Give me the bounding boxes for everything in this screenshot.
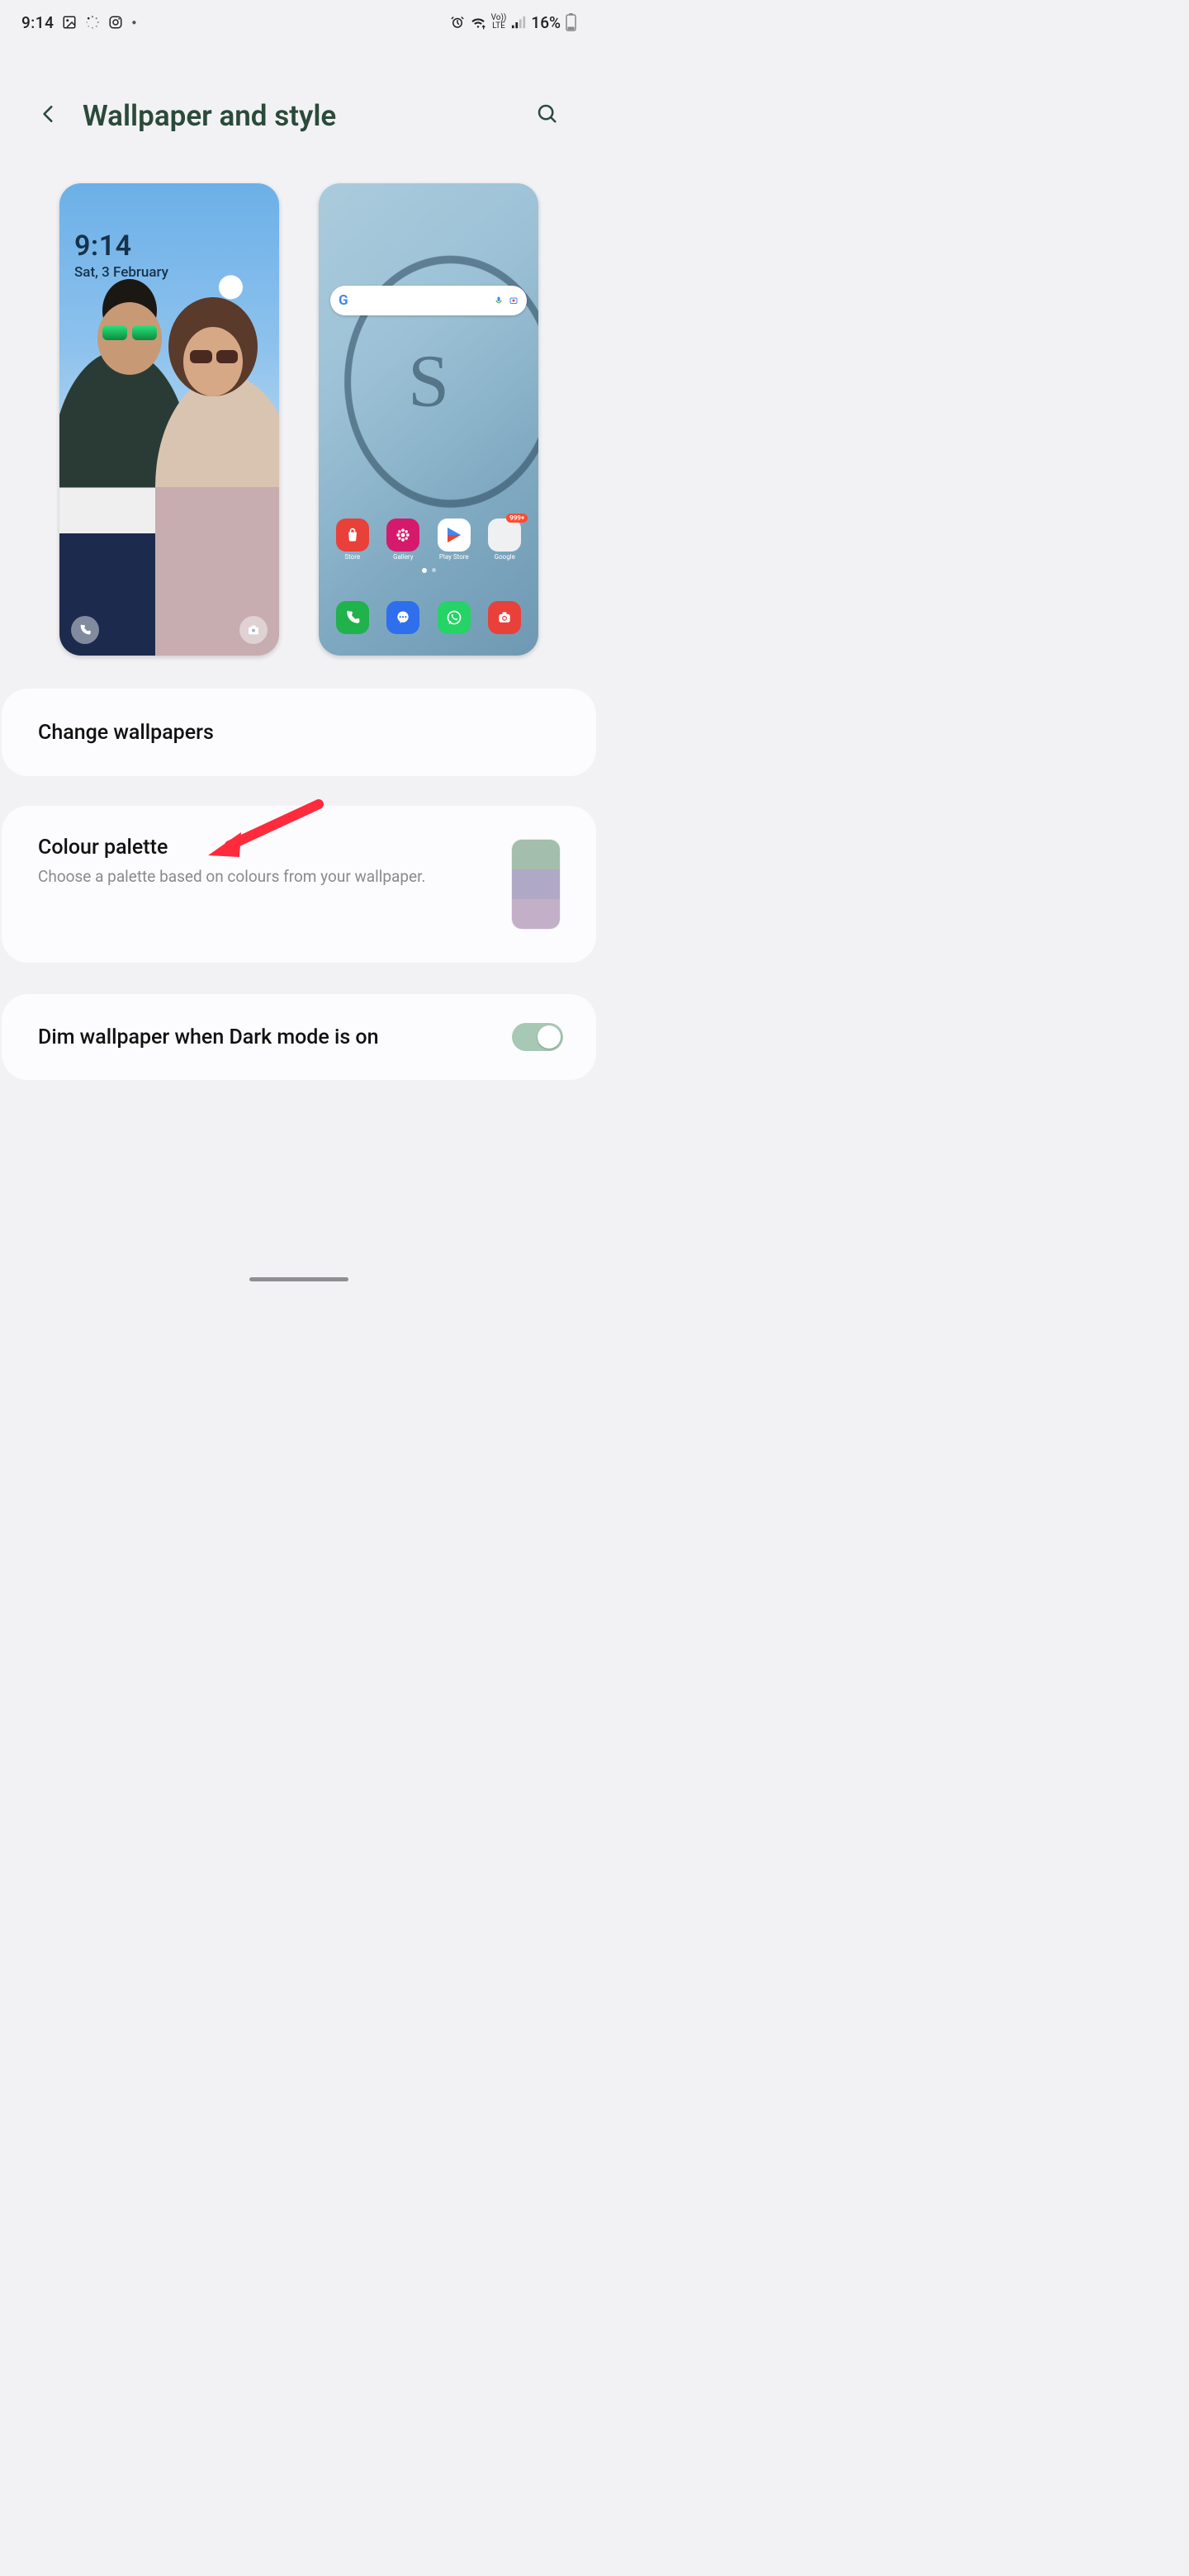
app-play-store: Play Store [438,519,471,552]
app-google-folder: 999+ Google [488,519,521,552]
image-notif-icon [62,15,77,30]
colour-palette-item[interactable]: Colour palette Choose a palette based on… [2,806,596,963]
nav-handle[interactable] [249,1277,348,1281]
change-wallpapers-label: Change wallpapers [38,721,214,745]
change-wallpapers-item[interactable]: Change wallpapers [2,689,596,776]
google-search-widget: G [330,286,527,315]
alarm-icon [450,15,465,30]
page-header: Wallpaper and style [0,83,598,149]
lock-screen-preview[interactable]: 9:14 Sat, 3 February [59,183,279,656]
lockscreen-camera-shortcut [239,616,268,644]
app-gallery: Gallery [386,519,419,552]
page-indicator [319,568,538,573]
lockscreen-phone-shortcut [71,616,99,644]
dim-wallpaper-toggle[interactable] [512,1023,563,1051]
wifi-icon [470,15,486,30]
home-screen-preview[interactable]: S G Store Gallery Play Store [319,183,538,656]
colour-palette-label: Colour palette [38,836,425,859]
app-store: Store [336,519,369,552]
colour-palette-subtitle: Choose a palette based on colours from y… [38,866,425,888]
wallpaper-previews: 9:14 Sat, 3 February S G Store Gallery [0,183,598,656]
lockscreen-photo [59,315,279,656]
dim-wallpaper-item[interactable]: Dim wallpaper when Dark mode is on [2,994,596,1080]
signal-icon [511,15,526,30]
battery-pct: 16% [531,13,561,32]
dock-row [319,601,538,634]
more-notif-icon: ● [131,18,136,27]
wallpaper-letter: S [408,339,449,424]
network-type-icon: Vo)) LTE [491,14,507,31]
status-bar: 9:14 ● Vo)) LTE 16% [0,0,598,45]
page-title: Wallpaper and style [83,99,336,133]
status-clock: 9:14 [21,13,54,32]
dock-camera [488,601,521,634]
dock-phone [336,601,369,634]
lens-icon [509,296,519,305]
dock-messages [386,601,419,634]
battery-icon [566,13,576,31]
app-row-1: Store Gallery Play Store 999+ Google [319,519,538,552]
mic-icon [494,296,504,305]
folder-badge: 999+ [506,514,528,523]
palette-swatch-icon [512,840,560,929]
google-logo-icon: G [339,292,348,309]
dock-whatsapp [438,601,471,634]
dim-wallpaper-label: Dim wallpaper when Dark mode is on [38,1025,379,1049]
instagram-notif-icon [108,15,123,30]
back-button[interactable] [38,103,59,128]
lockscreen-clock: 9:14 Sat, 3 February [74,230,168,281]
search-button[interactable] [535,102,560,130]
loading-notif-icon [85,15,100,30]
